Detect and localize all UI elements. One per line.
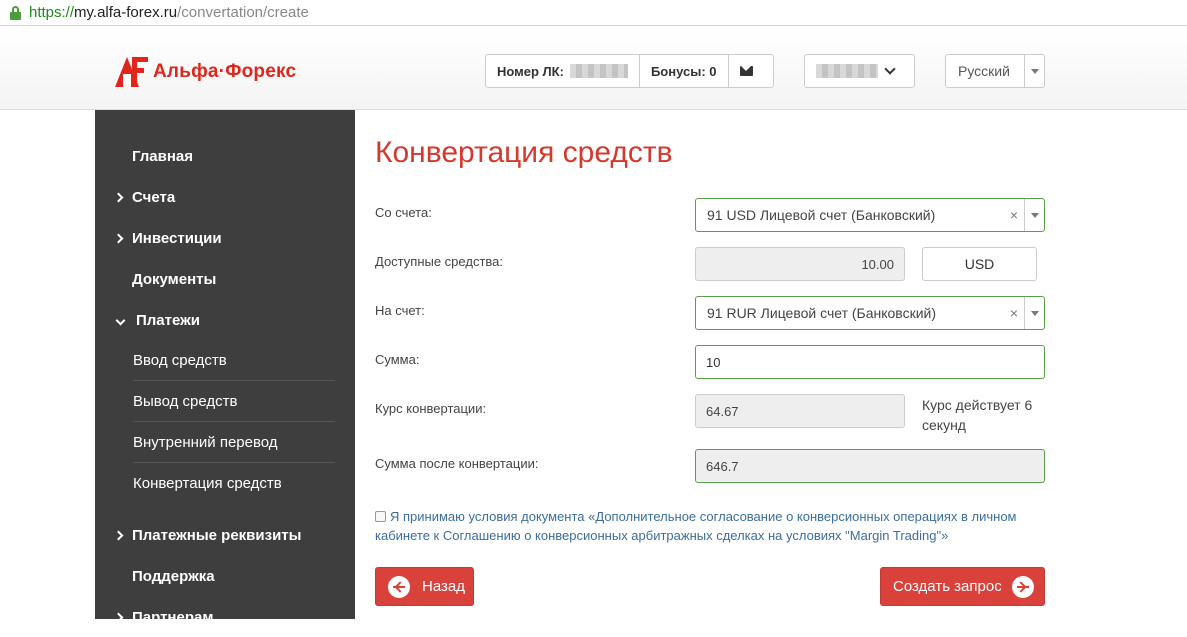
user-name-redacted (816, 64, 878, 78)
account-info-bar: Номер ЛК: Бонусы: 0 (485, 54, 774, 88)
caret-down-icon[interactable] (1024, 199, 1044, 231)
page-title: Конвертация средств (375, 136, 673, 169)
to-account-value: 91 RUR Лицевой счет (Банковский) (707, 305, 937, 321)
alfa-logo-icon (115, 57, 149, 87)
account-number: Номер ЛК: (486, 55, 640, 87)
sidebar-item-label: Документы (132, 270, 217, 288)
available-funds-field: 10.00 (695, 247, 905, 281)
agreement-row: Я принимаю условия документа «Дополнител… (375, 507, 1065, 545)
chevron-right-icon (113, 192, 124, 202)
url-path: /convertation/create (177, 4, 309, 21)
bonuses[interactable]: Бонусы: 0 (640, 55, 729, 87)
chevron-down-icon (884, 63, 896, 75)
available-funds-label: Доступные средства: (375, 254, 504, 269)
chevron-right-icon (113, 612, 124, 622)
currency-button[interactable]: USD (922, 247, 1037, 281)
sidebar-item-partners[interactable]: Партнерам (95, 597, 355, 637)
chevron-right-icon (113, 233, 124, 243)
clear-icon[interactable]: × (1004, 207, 1024, 223)
arrow-left-circle-icon (388, 575, 410, 598)
sidebar-item-support[interactable]: Поддержка (95, 556, 355, 596)
messages-button[interactable] (729, 55, 764, 87)
to-account-label: На счет: (375, 303, 425, 318)
from-account-select[interactable]: 91 USD Лицевой счет (Банковский) × (695, 198, 1045, 232)
language-select[interactable]: Русский (945, 54, 1045, 88)
sidebar-item-home[interactable]: Главная (95, 136, 355, 176)
caret-down-icon[interactable] (1024, 297, 1044, 329)
result-field: 646.7 (695, 449, 1045, 483)
rate-field: 64.67 (695, 394, 905, 428)
sidebar-subitem-deposit[interactable]: Ввод средств (133, 340, 335, 381)
sidebar-item-label: Инвестиции (132, 229, 222, 247)
chevron-right-icon (113, 530, 124, 540)
url-host: my.alfa-forex.ru (74, 4, 178, 21)
amount-input[interactable]: 10 (695, 345, 1045, 379)
sidebar-item-label: Главная (132, 147, 194, 165)
back-button[interactable]: Назад (375, 567, 474, 606)
sidebar-item-label: Счета (132, 188, 176, 206)
sidebar-item-label: Поддержка (132, 567, 215, 585)
site-header: Альфа·Форекс Номер ЛК: Бонусы: 0 Русский (0, 27, 1187, 110)
logo-text: Альфа·Форекс (153, 61, 297, 82)
sidebar-subitem-withdraw[interactable]: Вывод средств (133, 381, 335, 422)
sidebar: Главная Счета Инвестиции Документы Плате… (95, 110, 355, 626)
sidebar-subitem-internal-transfer[interactable]: Внутренний перевод (133, 422, 335, 463)
address-bar[interactable]: https://my.alfa-forex.ru/convertation/cr… (0, 0, 1187, 26)
create-request-button[interactable]: Создать запрос (880, 567, 1045, 606)
sidebar-item-documents[interactable]: Документы (95, 259, 355, 299)
rate-label: Курс конвертации: (375, 401, 487, 416)
logo[interactable]: Альфа·Форекс (115, 57, 296, 87)
to-account-select[interactable]: 91 RUR Лицевой счет (Банковский) × (695, 296, 1045, 330)
chevron-down-icon (115, 315, 126, 325)
lock-icon (10, 5, 21, 20)
sidebar-item-label: Партнерам (132, 608, 214, 626)
arrow-right-circle-icon (1011, 575, 1034, 598)
caret-down-icon (1024, 55, 1044, 87)
sidebar-item-payments[interactable]: Платежи (95, 300, 355, 340)
sidebar-item-investments[interactable]: Инвестиции (95, 218, 355, 258)
back-button-label: Назад (422, 578, 465, 595)
sidebar-subitem-conversion[interactable]: Конвертация средств (133, 463, 335, 504)
envelope-icon (739, 66, 753, 76)
sidebar-item-label: Платежи (136, 311, 200, 329)
create-request-label: Создать запрос (893, 578, 1002, 595)
clear-icon[interactable]: × (1004, 305, 1024, 321)
sidebar-item-payment-details[interactable]: Платежные реквизиты (95, 515, 355, 555)
rate-validity-note: Курс действует 6 секунд (922, 397, 1033, 433)
sidebar-item-accounts[interactable]: Счета (95, 177, 355, 217)
result-label: Сумма после конвертации: (375, 456, 539, 471)
agreement-checkbox[interactable] (375, 511, 386, 522)
sidebar-item-label: Платежные реквизиты (132, 526, 302, 544)
user-menu-dropdown[interactable] (804, 54, 915, 88)
amount-label: Сумма: (375, 352, 420, 367)
language-value: Русский (958, 63, 1010, 79)
account-number-redacted (569, 64, 628, 78)
from-account-label: Со счета: (375, 205, 432, 220)
from-account-value: 91 USD Лицевой счет (Банковский) (707, 207, 936, 223)
url-scheme: https:// (29, 4, 75, 21)
agreement-text[interactable]: Я принимаю условия документа «Дополнител… (375, 509, 1016, 543)
account-number-label: Номер ЛК: (497, 63, 564, 79)
